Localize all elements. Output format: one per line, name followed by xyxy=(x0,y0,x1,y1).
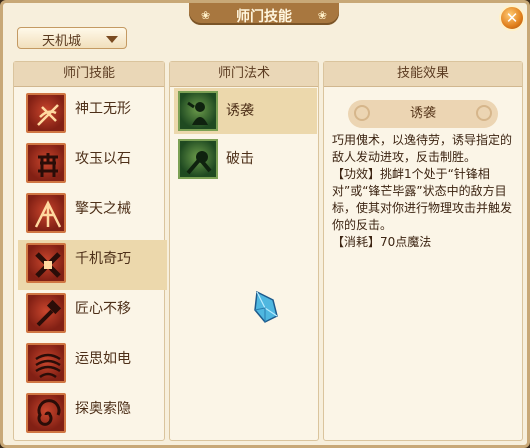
cross-tools-icon xyxy=(26,243,66,283)
magic-label: 破击 xyxy=(226,151,254,167)
skill-label: 匠心不移 xyxy=(75,301,131,317)
crystal-icon xyxy=(251,290,279,324)
chevron-down-icon xyxy=(106,36,118,43)
strike-icon xyxy=(178,139,218,179)
skill-item-craftsman[interactable]: 神工无形 xyxy=(18,90,167,140)
title-bar: ❀ 师门技能 ❀ xyxy=(189,3,339,25)
skill-window: ❀ 师门技能 ❀ ✕ 天机城 师门技能 神工无形 攻玉以石 擎天之械 千机奇巧 … xyxy=(0,0,530,448)
magic-panel: 师门法术 诱袭 破击 xyxy=(169,61,319,441)
magic-item-lure[interactable]: 诱袭 xyxy=(174,88,317,134)
skill-label: 神工无形 xyxy=(75,101,131,117)
window-title: 师门技能 xyxy=(236,9,292,25)
skill-item-lightning-thought[interactable]: 运思如电 xyxy=(18,340,167,390)
skill-label: 擎天之械 xyxy=(75,201,131,217)
skill-label: 攻玉以石 xyxy=(75,151,131,167)
vortex-icon xyxy=(26,393,66,433)
magic-label: 诱袭 xyxy=(226,103,254,119)
skill-item-mystery[interactable]: 探奥索隐 xyxy=(18,390,167,440)
effect-description: 巧用傀术，以逸待劳，诱导指定的敌人发动进攻，反击制胜。 【功效】挑衅1个处于“针… xyxy=(332,133,513,249)
skill-label: 千机奇巧 xyxy=(75,251,131,267)
craftsman-icon xyxy=(26,93,66,133)
faction-dropdown-value: 天机城 xyxy=(42,34,82,49)
skill-item-machine[interactable]: 擎天之械 xyxy=(18,190,167,240)
close-button[interactable]: ✕ xyxy=(499,5,525,31)
magic-panel-header: 师门法术 xyxy=(170,62,318,87)
skill-item-persistence[interactable]: 匠心不移 xyxy=(18,290,167,340)
right-ornament-icon: ❀ xyxy=(317,9,327,22)
skill-item-jade[interactable]: 攻玉以石 xyxy=(18,140,167,190)
magic-item-strike[interactable]: 破击 xyxy=(174,136,317,182)
skill-item-ingenuity[interactable]: 千机奇巧 xyxy=(18,240,167,290)
effect-skill-name: 诱袭 xyxy=(409,106,436,121)
skills-panel: 师门技能 神工无形 攻玉以石 擎天之械 千机奇巧 匠心不移 运思如电 探奥索隐 xyxy=(13,61,167,441)
lure-icon xyxy=(178,91,218,131)
jade-icon xyxy=(26,143,66,183)
effect-panel-header: 技能效果 xyxy=(324,62,522,87)
close-icon: ✕ xyxy=(505,9,519,27)
skill-label: 探奥索隐 xyxy=(75,401,131,417)
effect-skill-badge: 诱袭 xyxy=(348,100,498,128)
hammer-icon xyxy=(26,293,66,333)
faction-dropdown[interactable]: 天机城 xyxy=(17,27,127,49)
effect-panel: 技能效果 诱袭 巧用傀术，以逸待劳，诱导指定的敌人发动进攻，反击制胜。 【功效】… xyxy=(323,61,523,441)
skills-panel-header: 师门技能 xyxy=(14,62,164,87)
swirl-icon xyxy=(26,343,66,383)
machine-icon xyxy=(26,193,66,233)
left-swirl-icon xyxy=(354,105,370,121)
right-swirl-icon xyxy=(476,105,492,121)
skill-label: 运思如电 xyxy=(75,351,131,367)
